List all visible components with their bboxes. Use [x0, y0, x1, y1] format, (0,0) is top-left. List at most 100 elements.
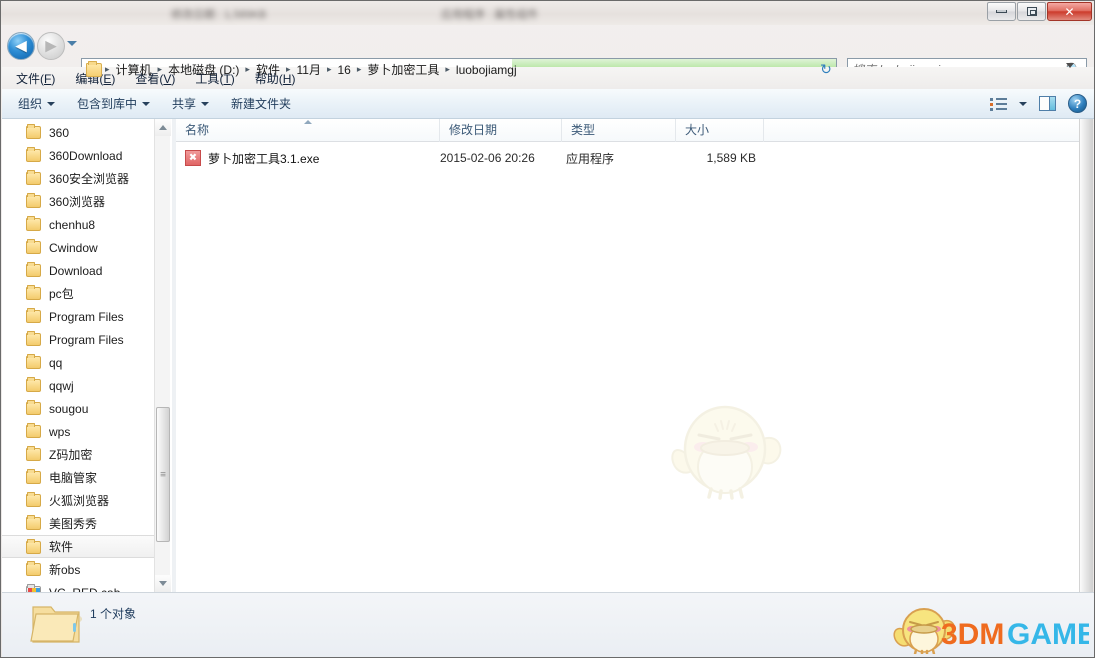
- breadcrumb-item-1[interactable]: 本地磁盘 (D:): [163, 61, 244, 78]
- minimize-button[interactable]: [987, 2, 1016, 21]
- breadcrumb-item-0[interactable]: 计算机: [111, 61, 157, 78]
- restore-button[interactable]: [1017, 2, 1046, 21]
- folder-icon: [26, 446, 41, 461]
- chevron-down-icon: [47, 101, 56, 106]
- sidebar-item-0[interactable]: 360: [2, 121, 154, 144]
- sidebar-item-13[interactable]: wps: [2, 420, 154, 443]
- minimize-icon: [996, 10, 1007, 13]
- explorer-window: 修改日期 : 1,589KB 应用程序 : 属性组件 ✕ ◀ ▶ ▸ 计算机 ▸…: [0, 0, 1095, 658]
- restore-icon: [1026, 7, 1037, 16]
- breadcrumb-item-6[interactable]: luobojiamgj: [451, 63, 522, 77]
- include-in-library-label: 包含到库中: [77, 97, 138, 111]
- sidebar-item-label: 360浏览器: [49, 195, 106, 209]
- organize-label: 组织: [18, 97, 43, 111]
- window-scrollbar-thumb[interactable]: [1079, 119, 1093, 592]
- folder-icon: [26, 193, 41, 208]
- sidebar-item-label: chenhu8: [49, 217, 96, 232]
- sidebar-item-14[interactable]: Z码加密: [2, 443, 154, 466]
- toolbar-right-group: ?: [990, 94, 1087, 113]
- sidebar-item-18[interactable]: 软件: [2, 535, 154, 558]
- close-button[interactable]: ✕: [1047, 2, 1092, 21]
- folder-icon: [26, 331, 41, 346]
- sidebar-item-8[interactable]: Program Files: [2, 305, 154, 328]
- sidebar-item-9[interactable]: Program Files: [2, 328, 154, 351]
- sidebar-item-16[interactable]: 火狐浏览器: [2, 489, 154, 512]
- sidebar-item-20[interactable]: VC_RED.cab: [2, 581, 154, 592]
- sidebar-item-4[interactable]: chenhu8: [2, 213, 154, 236]
- sidebar-item-label: 360安全浏览器: [49, 172, 130, 186]
- breadcrumb: ▸ 计算机 ▸ 本地磁盘 (D:) ▸ 软件 ▸ 11月 ▸ 16 ▸ 萝卜加密…: [82, 60, 522, 78]
- sidebar-item-label: Download: [49, 263, 103, 278]
- history-dropdown-icon[interactable]: [67, 41, 77, 46]
- chevron-down-icon: [159, 581, 167, 586]
- sidebar-item-17[interactable]: 美图秀秀: [2, 512, 154, 535]
- folder-icon: [26, 377, 41, 392]
- sidebar-item-15[interactable]: 电脑管家: [2, 466, 154, 489]
- breadcrumb-item-3[interactable]: 11月: [291, 61, 325, 78]
- column-header-row: 名称 修改日期 类型 大小: [176, 119, 1081, 142]
- view-dropdown-icon[interactable]: [1019, 101, 1027, 106]
- sidebar-item-10[interactable]: qq: [2, 351, 154, 374]
- forward-button[interactable]: ▶: [37, 32, 65, 60]
- back-button[interactable]: ◀: [7, 32, 35, 60]
- table-row[interactable]: 萝卜加密工具3.1.exe 2015-02-06 20:26 应用程序 1,58…: [176, 147, 1081, 169]
- column-header-modified[interactable]: 修改日期: [440, 119, 562, 142]
- sidebar-item-label: 软件: [49, 540, 74, 554]
- window-scrollbar[interactable]: [1079, 119, 1093, 592]
- breadcrumb-item-2[interactable]: 软件: [251, 61, 285, 78]
- sidebar-item-label: qq: [49, 355, 63, 370]
- view-options-icon[interactable]: [990, 97, 1007, 111]
- organize-button[interactable]: 组织: [18, 95, 56, 112]
- refresh-icon[interactable]: ↻: [817, 60, 835, 78]
- sidebar-item-2[interactable]: 360安全浏览器: [2, 167, 154, 190]
- logo-text-game: GAME: [1007, 618, 1089, 651]
- sidebar-item-11[interactable]: qqwj: [2, 374, 154, 397]
- folder-icon: [26, 492, 41, 507]
- navigation-scrollbar-thumb[interactable]: [156, 407, 170, 542]
- preview-pane-icon[interactable]: [1039, 96, 1056, 111]
- navigation-pane: 360 360Download 360安全浏览器 360浏览器 chenhu8 Cwind…: [2, 119, 172, 592]
- sidebar-item-7[interactable]: pc包: [2, 282, 154, 305]
- sidebar-item-label: wps: [49, 424, 71, 439]
- scroll-up-button[interactable]: [155, 119, 171, 136]
- scroll-down-button[interactable]: [155, 575, 171, 592]
- sidebar-item-12[interactable]: sougou: [2, 397, 154, 420]
- folder-icon: [26, 239, 41, 254]
- sidebar-item-label: Program Files: [49, 332, 124, 347]
- sidebar-item-5[interactable]: Cwindow: [2, 236, 154, 259]
- navigation-scrollbar[interactable]: [154, 119, 171, 592]
- chevron-down-icon: [201, 101, 210, 106]
- menu-item-file[interactable]: 文件(F): [16, 70, 55, 87]
- column-header-size[interactable]: 大小: [676, 119, 764, 142]
- sidebar-item-6[interactable]: Download: [2, 259, 154, 282]
- sidebar-item-label: Program Files: [49, 309, 124, 324]
- sidebar-item-19[interactable]: 新obs: [2, 558, 154, 581]
- logo-text-3dm: 3DM: [941, 618, 1004, 651]
- file-name-cell[interactable]: 萝卜加密工具3.1.exe: [176, 150, 440, 167]
- folder-icon: [26, 400, 41, 415]
- folder-icon: [26, 423, 41, 438]
- breadcrumb-item-4[interactable]: 16: [332, 63, 355, 77]
- include-in-library-button[interactable]: 包含到库中: [77, 95, 151, 112]
- title-blur-right: 应用程序 : 属性组件: [441, 9, 539, 21]
- share-button[interactable]: 共享: [172, 95, 210, 112]
- sidebar-item-label: 新obs: [49, 563, 81, 577]
- sidebar-item-label: 电脑管家: [49, 471, 98, 485]
- status-bar: 1 个对象 3DM GAME: [2, 592, 1094, 657]
- sidebar-item-label: pc包: [49, 287, 74, 301]
- sidebar-item-3[interactable]: 360浏览器: [2, 190, 154, 213]
- column-header-name[interactable]: 名称: [176, 119, 440, 142]
- breadcrumb-chevron-down-icon[interactable]: [1066, 63, 1074, 68]
- help-icon[interactable]: ?: [1068, 94, 1087, 113]
- file-type-cell: 应用程序: [566, 151, 615, 166]
- column-header-type[interactable]: 类型: [562, 119, 676, 142]
- sidebar-item-1[interactable]: 360Download: [2, 144, 154, 167]
- status-text: 1 个对象: [90, 607, 137, 621]
- share-label: 共享: [172, 97, 197, 111]
- back-arrow-icon: ◀: [15, 37, 27, 55]
- folder-icon: [26, 262, 41, 277]
- sidebar-item-label: qqwj: [49, 378, 74, 393]
- close-icon: ✕: [1064, 4, 1075, 19]
- breadcrumb-item-5[interactable]: 萝卜加密工具: [362, 61, 444, 78]
- new-folder-button[interactable]: 新建文件夹: [231, 95, 291, 112]
